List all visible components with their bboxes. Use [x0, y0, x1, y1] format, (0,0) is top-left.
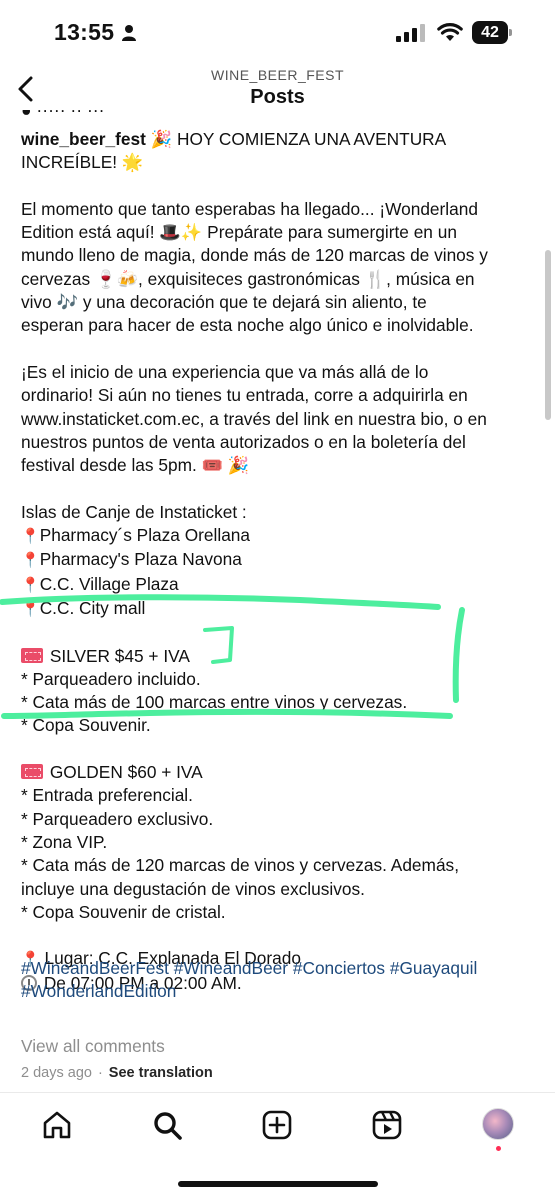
- caption-line: wine_beer_fest 🎉 HOY COMIENZA UNA AVENTU…: [21, 128, 541, 151]
- partial-line: ● ····· ·· ···: [21, 110, 105, 120]
- wifi-icon: [437, 23, 463, 41]
- ticket-icon: [21, 764, 43, 780]
- caption-line: nuestros puntos de venta autorizados o e…: [21, 431, 466, 452]
- caption-username[interactable]: wine_beer_fest: [21, 129, 146, 149]
- pin-icon: 📍: [21, 576, 40, 594]
- page-title: Posts: [250, 86, 305, 108]
- location-item: 📍Pharmacy´s Plaza Orellana: [21, 525, 251, 546]
- silver-item: * Parqueadero incluido.: [21, 668, 201, 689]
- pin-icon: 📍: [21, 528, 40, 546]
- golden-title: GOLDEN $60 + IVA: [21, 761, 541, 784]
- caption-line: ¡Es el inicio de una experiencia que va …: [21, 361, 429, 382]
- golden-item: * Cata más de 120 marcas de vinos y cerv…: [21, 855, 459, 876]
- silver-item: * Cata más de 100 marcas entre vinos y c…: [21, 692, 408, 713]
- create-icon[interactable]: [261, 1109, 293, 1141]
- caption-line: www.instaticket.com.ec, a través del lin…: [21, 408, 487, 429]
- hashtag-line[interactable]: #WineandBeerFest #WineandBeer #Concierto…: [21, 957, 541, 980]
- pin-icon: 📍: [21, 552, 40, 570]
- caption-line: vivo 🎶 y una decoración que te dejará si…: [21, 292, 427, 313]
- caption-line: mundo lleno de magia, donde más de 120 m…: [21, 245, 488, 266]
- golden-item: * Parqueadero exclusivo.: [21, 808, 214, 829]
- caption-line: Edition está aquí! 🎩✨ Prepárate para sum…: [21, 222, 457, 243]
- ticket-icon: [21, 647, 43, 663]
- caption-line: ordinario! Si aún no tienes tu entrada, …: [21, 385, 468, 406]
- golden-item: * Entrada preferencial.: [21, 785, 193, 806]
- pin-icon: 📍: [21, 600, 40, 618]
- golden-item: incluye una degustación de vinos exclusi…: [21, 878, 365, 899]
- signal-icon: [396, 24, 425, 42]
- location-item: 📍C.C. Village Plaza: [21, 573, 179, 594]
- battery-tip: [509, 29, 512, 36]
- timestamp: 2 days ago: [21, 1065, 92, 1081]
- status-time: 13:55: [54, 19, 115, 45]
- view-all-comments-link[interactable]: View all comments: [21, 1036, 165, 1057]
- location-item: 📍C.C. City mall: [21, 597, 146, 618]
- silver-item: * Copa Souvenir.: [21, 715, 151, 736]
- location-item: 📍Pharmacy's Plaza Navona: [21, 549, 242, 570]
- battery-indicator: 42: [472, 21, 512, 44]
- golden-item: * Copa Souvenir de cristal.: [21, 901, 226, 922]
- status-bar: 13:55 42: [0, 0, 555, 62]
- golden-item: * Zona VIP.: [21, 831, 108, 852]
- caption-line: El momento que tanto esperabas ha llegad…: [21, 198, 478, 219]
- silver-title: SILVER $45 + IVA: [21, 645, 541, 668]
- post-caption: ● ····· ·· ··· wine_beer_fest 🎉 HOY COMI…: [21, 110, 541, 995]
- search-icon[interactable]: [151, 1109, 183, 1141]
- header-account-name[interactable]: WINE_BEER_FEST: [0, 67, 555, 83]
- see-translation-link[interactable]: See translation: [109, 1065, 213, 1081]
- caption-line: cervezas 🍷🍻, exquisiteces gastronómicas …: [21, 268, 475, 289]
- caption-line: festival desde las 5pm. 🎟️ 🎉: [21, 455, 250, 476]
- battery-level: 42: [472, 21, 508, 44]
- islas-title: Islas de Canje de Instaticket :: [21, 501, 247, 522]
- scrollbar[interactable]: [545, 250, 551, 420]
- person-icon: [122, 25, 136, 41]
- hashtags: #WineandBeerFest #WineandBeer #Concierto…: [21, 957, 541, 1004]
- post-meta: 2 days ago · See translation: [21, 1065, 213, 1081]
- reels-icon[interactable]: [371, 1109, 403, 1141]
- home-indicator[interactable]: [178, 1181, 378, 1187]
- notification-dot: [496, 1146, 501, 1151]
- hashtag-line[interactable]: #WonderlandEdition: [21, 980, 541, 1003]
- home-icon[interactable]: [41, 1109, 73, 1141]
- caption-line: INCREÍBLE! 🌟: [21, 152, 144, 173]
- caption-intro: 🎉 HOY COMIENZA UNA AVENTURA: [145, 129, 447, 149]
- caption-line: esperan para hacer de esta noche algo ún…: [21, 315, 474, 336]
- profile-avatar[interactable]: [482, 1108, 514, 1140]
